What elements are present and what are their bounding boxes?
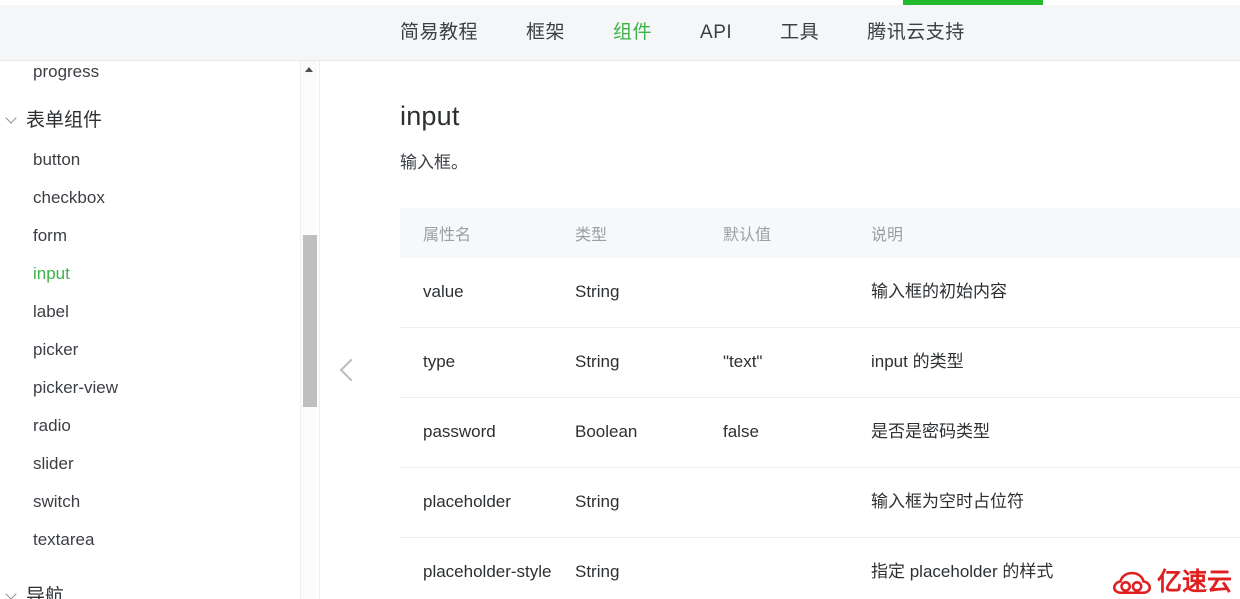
cell-property-description: input 的类型 [848,327,1240,398]
column-header-description: 说明 [848,208,1240,259]
cell-property-description: 输入框为空时占位符 [848,467,1240,538]
table-row: placeholder String 输入框为空时占位符 [400,467,1240,538]
sidebar-group-label: 导航 [26,585,65,599]
cell-property-name: placeholder-style [400,536,552,599]
watermark-text: 亿速云 [1156,567,1232,596]
sidebar-item-slider[interactable]: slider [0,445,319,483]
top-progress-bar-container [0,0,1240,5]
sidebar-item-picker[interactable]: picker [0,331,319,369]
page-title: input [400,101,460,131]
cell-property-default: false [700,397,848,468]
sidebar-item-switch[interactable]: switch [0,483,319,521]
cell-property-description: 是否是密码类型 [848,397,1240,468]
scrollbar-thumb[interactable] [303,235,317,407]
chevron-down-icon [4,586,20,599]
cell-property-default: "text" [700,327,848,398]
nav-item-components[interactable]: 组件 [613,5,679,60]
cell-property-name: type [400,327,552,398]
sidebar-item-label[interactable]: label [0,293,319,331]
main-navigation: 简易教程 框架 组件 API 工具 腾讯云支持 [400,5,965,60]
sidebar-item-textarea[interactable]: textarea [0,521,319,559]
sidebar-item-radio[interactable]: radio [0,407,319,445]
table-header: 属性名 类型 默认值 说明 [400,208,1240,259]
cell-property-default [700,467,848,538]
sidebar-scrollbar[interactable] [300,61,317,599]
scroll-up-arrow-icon[interactable] [301,61,317,78]
cell-property-type: Boolean [552,397,700,468]
sidebar-item-form[interactable]: form [0,217,319,255]
cloud-logo-icon [1112,571,1151,595]
column-header-default: 默认值 [700,208,848,259]
cell-property-type: String [552,536,700,599]
cell-property-description: 输入框的初始内容 [871,282,1007,302]
table-row: type String "text" input 的类型 [400,327,1240,398]
cell-property-name: value [423,282,464,302]
nav-item-cloud-support[interactable]: 腾讯云支持 [867,5,965,60]
column-header-name: 属性名 [400,208,552,259]
nav-item-tools[interactable]: 工具 [780,5,846,60]
top-progress-bar [903,0,1043,5]
scrollbar-track[interactable] [302,78,317,599]
site-header: 简易教程 框架 组件 API 工具 腾讯云支持 [0,5,1240,61]
sidebar-group-label: 表单组件 [26,109,103,131]
table-row: password Boolean false 是否是密码类型 [400,397,1240,468]
chevron-down-icon [4,110,20,126]
sidebar: progress 表单组件 button checkbox form input… [0,61,320,599]
properties-table: 属性名 类型 默认值 说明 value String 输入框的初始内容 type [400,208,1240,599]
sidebar-item-button[interactable]: button [0,141,319,179]
cell-property-default [700,536,848,599]
nav-item-framework[interactable]: 框架 [526,5,592,60]
nav-item-tutorial[interactable]: 简易教程 [400,5,505,60]
sidebar-group-navigation[interactable]: 导航 [0,571,319,599]
sidebar-item-checkbox[interactable]: checkbox [0,179,319,217]
sidebar-collapse-toggle[interactable] [334,350,364,390]
watermark: 亿速云 [1112,567,1232,596]
nav-item-api[interactable]: API [700,5,759,60]
cell-property-type: String [552,467,700,538]
table-body: value String 输入框的初始内容 type String "text"… [400,258,1240,599]
table-row: value String 输入框的初始内容 [400,258,1240,327]
sidebar-item-input[interactable]: input [0,255,319,293]
cell-property-name: placeholder [400,467,552,538]
doc-body: input 输入框。 属性名 类型 默认值 说明 value String 输入… [400,61,1240,599]
cell-property-name: password [400,397,552,468]
main-content: input 输入框。 属性名 类型 默认值 说明 value String 输入… [321,61,1240,599]
cell-property-type: String [575,282,620,302]
sidebar-group-form-components[interactable]: 表单组件 [0,95,319,141]
page-description: 输入框。 [400,153,468,173]
table-header-row: 属性名 类型 默认值 说明 [400,208,1240,259]
cell-property-default [700,258,848,327]
sidebar-item-progress[interactable]: progress [0,61,319,95]
page-root: 简易教程 框架 组件 API 工具 腾讯云支持 progress 表单组件 bu… [0,0,1240,599]
sidebar-content: progress 表单组件 button checkbox form input… [0,61,319,599]
cell-property-type: String [552,327,700,398]
column-header-type: 类型 [552,208,700,259]
sidebar-item-picker-view[interactable]: picker-view [0,369,319,407]
